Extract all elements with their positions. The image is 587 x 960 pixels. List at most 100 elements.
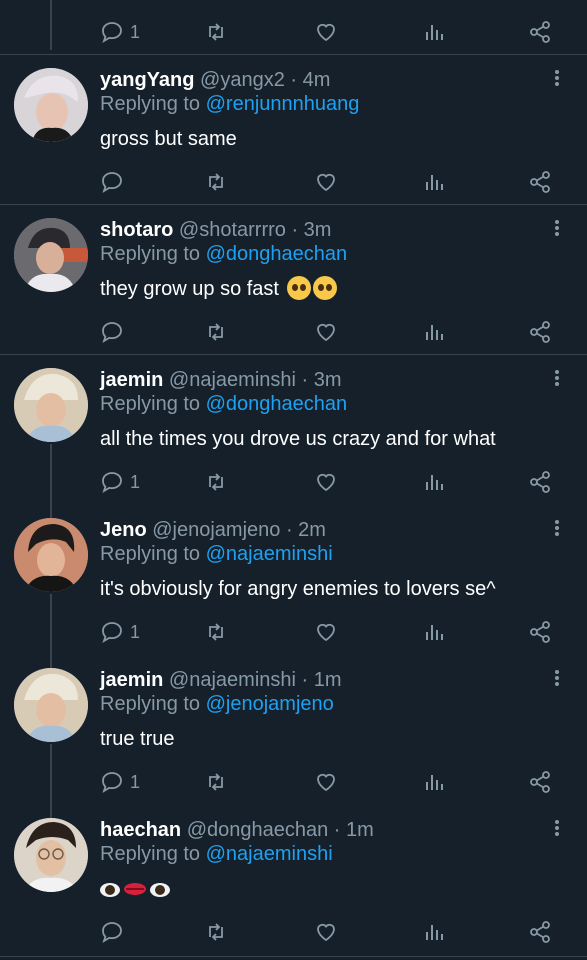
- stats-button[interactable]: [422, 17, 446, 47]
- like-button[interactable]: [314, 317, 338, 347]
- retweet-button[interactable]: [204, 617, 228, 647]
- stats-button[interactable]: [422, 167, 446, 197]
- like-button[interactable]: [314, 917, 338, 947]
- tweet[interactable]: yangYang @yangx2 · 4m Replying to @renju…: [0, 68, 587, 204]
- stats-button[interactable]: [422, 917, 446, 947]
- share-button[interactable]: [528, 17, 552, 47]
- heart-icon: [317, 23, 335, 42]
- reply-button[interactable]: [100, 317, 130, 347]
- reply-button[interactable]: 1: [100, 467, 140, 497]
- pleading-face-emoji: [312, 276, 337, 300]
- reply-button[interactable]: 1: [100, 617, 140, 647]
- reply-button[interactable]: 1: [100, 17, 140, 47]
- tweet[interactable]: jaemin @najaeminshi · 3m Replying to @do…: [0, 368, 587, 504]
- stats-button[interactable]: [422, 767, 446, 797]
- display-name[interactable]: jaemin: [100, 669, 163, 691]
- avatar-photo: [14, 368, 88, 442]
- avatar[interactable]: [14, 518, 88, 592]
- tweet-header: yangYang @yangx2 · 4m: [100, 68, 330, 92]
- tweet-text: true true: [100, 728, 175, 750]
- lips-emoji: [124, 883, 146, 895]
- tweet[interactable]: Jeno @jenojamjeno · 2m Replying to @naja…: [0, 518, 587, 654]
- share-button[interactable]: [528, 317, 552, 347]
- bar-chart-icon: [426, 625, 443, 640]
- more-menu-icon[interactable]: [549, 518, 565, 542]
- speech-bubble-icon: [102, 622, 122, 644]
- like-button[interactable]: [314, 617, 338, 647]
- reply-button[interactable]: 1: [100, 767, 140, 797]
- retweet-button[interactable]: [204, 467, 228, 497]
- tweet[interactable]: shotaro @shotarrrro · 3m Replying to @do…: [0, 218, 587, 354]
- like-button[interactable]: [314, 467, 338, 497]
- mention-link[interactable]: @donghaechan: [206, 243, 348, 265]
- speech-bubble-icon: [102, 322, 122, 344]
- reply-button[interactable]: [100, 167, 130, 197]
- reply-count: 1: [130, 621, 141, 642]
- reply-button[interactable]: [100, 917, 130, 947]
- display-name[interactable]: haechan: [100, 819, 181, 841]
- eye-emoji: [150, 883, 170, 897]
- retweet-button[interactable]: [204, 767, 228, 797]
- tweet-header: haechan @donghaechan · 1m: [100, 818, 374, 842]
- stats-button[interactable]: [422, 617, 446, 647]
- mention-link[interactable]: @najaeminshi: [206, 843, 333, 865]
- like-button[interactable]: [314, 17, 338, 47]
- stats-button[interactable]: [422, 317, 446, 347]
- retweet-button[interactable]: [204, 317, 228, 347]
- tweet-action-bar: 1: [0, 767, 587, 797]
- share-button[interactable]: [528, 767, 552, 797]
- replying-to: Replying to @najaeminshi: [100, 842, 333, 866]
- tweet-header: Jeno @jenojamjeno · 2m: [100, 518, 326, 542]
- more-menu-icon[interactable]: [549, 818, 565, 842]
- tweet[interactable]: jaemin @najaeminshi · 1m Replying to @je…: [0, 668, 587, 804]
- display-name[interactable]: shotaro: [100, 219, 173, 241]
- bar-chart-icon: [426, 175, 443, 190]
- avatar[interactable]: [14, 668, 88, 742]
- tweet-header: shotaro @shotarrrro · 3m: [100, 218, 331, 242]
- more-menu-icon[interactable]: [549, 218, 565, 242]
- share-icon: [530, 171, 550, 193]
- speech-bubble-icon: [102, 472, 122, 494]
- bar-chart-icon: [426, 475, 443, 490]
- divider: [0, 354, 587, 355]
- tweet-header: jaemin @najaeminshi · 1m: [100, 668, 342, 692]
- tweet-text: gross but same: [100, 128, 237, 150]
- avatar[interactable]: [14, 68, 88, 142]
- tweet-action-bar: 1: [0, 467, 587, 497]
- speech-bubble-icon: [102, 772, 122, 794]
- share-button[interactable]: [528, 467, 552, 497]
- avatar[interactable]: [14, 218, 88, 292]
- mention-link[interactable]: @najaeminshi: [206, 543, 333, 565]
- display-name[interactable]: Jeno: [100, 519, 147, 541]
- retweet-button[interactable]: [204, 17, 228, 47]
- display-name[interactable]: jaemin: [100, 369, 163, 391]
- reply-count: 1: [130, 471, 141, 492]
- reply-count: 1: [130, 771, 141, 792]
- tweet-header: jaemin @najaeminshi · 3m: [100, 368, 342, 392]
- like-button[interactable]: [314, 167, 338, 197]
- avatar[interactable]: [14, 368, 88, 442]
- share-button[interactable]: [528, 617, 552, 647]
- avatar-photo: [14, 818, 88, 892]
- retweet-icon: [209, 173, 223, 191]
- share-button[interactable]: [528, 917, 552, 947]
- like-button[interactable]: [314, 767, 338, 797]
- more-menu-icon[interactable]: [549, 68, 565, 92]
- tweet[interactable]: haechan @donghaechan · 1m Replying to @n…: [0, 818, 587, 954]
- mention-link[interactable]: @renjunnnhuang: [206, 93, 360, 115]
- tweet-action-bar: 1: [0, 617, 587, 647]
- stats-button[interactable]: [422, 467, 446, 497]
- share-icon: [530, 771, 550, 793]
- retweet-button[interactable]: [204, 167, 228, 197]
- more-menu-icon[interactable]: [549, 668, 565, 692]
- share-button[interactable]: [528, 167, 552, 197]
- retweet-button[interactable]: [204, 917, 228, 947]
- tweet-text-content: they grow up so fast: [100, 278, 279, 300]
- avatar[interactable]: [14, 818, 88, 892]
- mention-link[interactable]: @donghaechan: [206, 393, 348, 415]
- display-name[interactable]: yangYang: [100, 69, 194, 91]
- avatar-photo: [14, 518, 88, 592]
- mention-link[interactable]: @jenojamjeno: [206, 693, 334, 715]
- replying-to-label: Replying to: [100, 243, 206, 265]
- more-menu-icon[interactable]: [549, 368, 565, 392]
